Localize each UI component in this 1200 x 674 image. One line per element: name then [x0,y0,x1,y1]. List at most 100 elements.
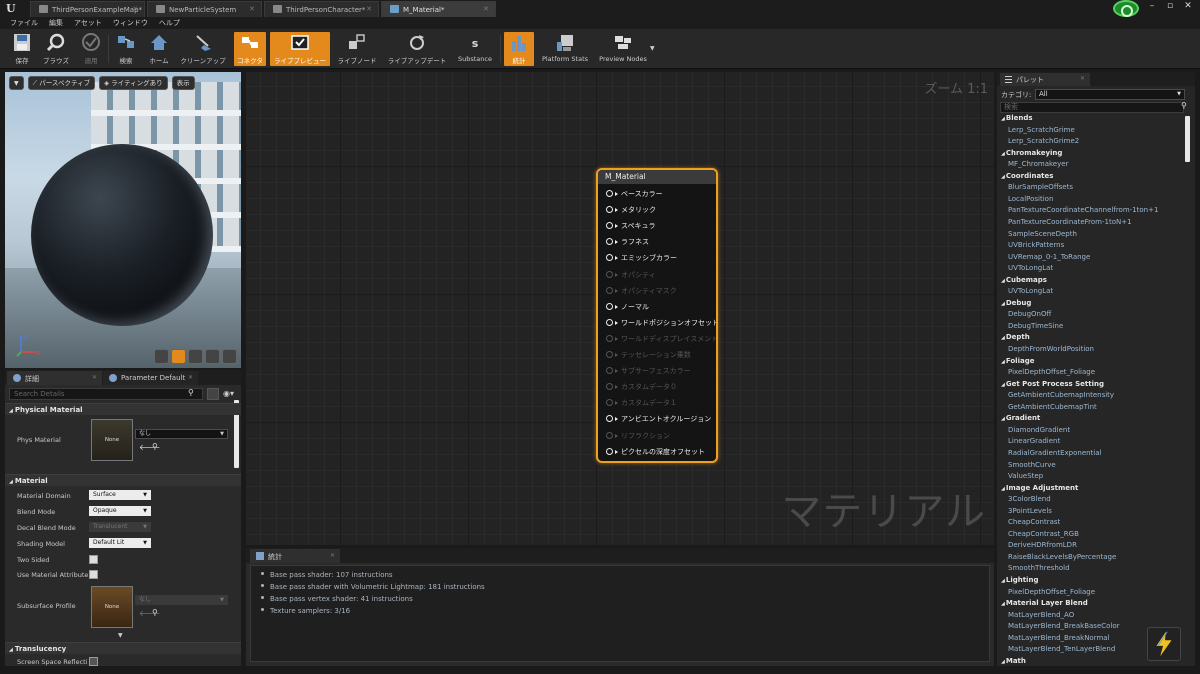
cleanup-button[interactable]: クリーンアップ [178,32,228,66]
palette-item[interactable]: 3PointLevels [1008,507,1052,518]
decal-blend-mode-combo[interactable]: Translucent ▼ [89,522,151,532]
palette-item[interactable]: DeriveHDRfromLDR [1008,541,1077,552]
shading-model-combo[interactable]: Default Lit ▼ [89,538,151,548]
category-combo[interactable]: All ▼ [1035,89,1185,100]
save-button[interactable]: 保存 [8,32,36,66]
pin-circle-icon[interactable] [606,318,613,326]
live-update-button[interactable]: ライブアップデート [384,32,450,66]
palette-item[interactable]: SampleSceneDepth [1008,230,1077,241]
material-domain-combo[interactable]: Surface ▼ [89,490,151,500]
maximize-button[interactable]: ▫ [1162,0,1178,12]
close-icon[interactable]: ✕ [92,374,97,381]
pin-circle-icon[interactable] [606,383,613,391]
palette-item[interactable]: DebugTimeSine [1008,322,1063,333]
node-input-pin[interactable]: ベースカラー [606,189,663,201]
pin-circle-icon[interactable] [606,222,613,230]
palette-item[interactable]: UVToLongLat [1008,264,1053,275]
palette-item[interactable]: LocalPosition [1008,195,1053,206]
phys-material-combo[interactable]: なし ▼ [135,429,228,439]
node-input-pin[interactable]: スペキュラ [606,221,656,233]
tab-m-material[interactable]: M_Material* ✕ [381,1,496,17]
palette-category[interactable]: ◢Lighting [1001,576,1038,587]
pin-circle-icon[interactable] [606,206,613,214]
palette-item[interactable]: MF_Chromakeyer [1008,160,1068,171]
close-icon[interactable]: ✕ [483,5,489,13]
palette-item[interactable]: MatLayerBlend_TenLayerBlend [1008,645,1115,656]
browse-asset-icon[interactable]: ⚲ [152,442,158,451]
lightning-icon[interactable] [1147,627,1181,661]
palette-category[interactable]: ◢Debug [1001,299,1031,310]
tab-details[interactable]: 詳細 ✕ [7,371,102,385]
browse-asset-icon[interactable]: ⚲ [152,608,158,617]
palette-item[interactable]: LinearGradient [1008,437,1060,448]
palette-category[interactable]: ◢Gradient [1001,414,1040,425]
source-control-icon[interactable] [1113,0,1139,17]
close-window-button[interactable]: ✕ [1180,0,1196,12]
use-material-attributes-checkbox[interactable] [89,570,98,579]
pin-circle-icon[interactable] [606,270,613,278]
palette-item[interactable]: BlurSampleOffsets [1008,183,1073,194]
node-input-pin[interactable]: カスタムデータ０ [606,382,677,394]
preview-nodes-button[interactable]: Preview Nodes [596,32,650,66]
node-input-pin[interactable]: ワールドディスプレイスメント [606,334,716,346]
tab-parameter-defaults[interactable]: Parameter Default ✕ [103,371,198,385]
two-sided-checkbox[interactable] [89,555,98,564]
pin-circle-icon[interactable] [606,415,613,423]
palette-item[interactable]: MatLayerBlend_AO [1008,611,1074,622]
plane-preview-icon[interactable] [188,349,203,364]
pin-circle-icon[interactable] [606,334,613,342]
node-input-pin[interactable]: ラフネス [606,237,649,249]
menu-help[interactable]: ヘルプ [159,17,180,29]
palette-item[interactable]: DepthFromWorldPosition [1008,345,1094,356]
palette-item[interactable]: CheapContrast_RGB [1008,530,1079,541]
stats-button[interactable]: 統計 [504,32,534,66]
node-input-pin[interactable]: エミッシブカラー [606,253,677,265]
viewport-options-button[interactable]: ▼ [9,76,24,90]
minimize-button[interactable]: – [1144,0,1160,12]
tab-palette[interactable]: パレット ✕ [1000,73,1090,86]
preview-sphere[interactable] [31,144,213,326]
home-button[interactable]: ホーム [144,32,174,66]
palette-category[interactable]: ◢Blends [1001,114,1033,125]
node-input-pin[interactable]: ピクセルの深度オフセット [606,447,705,459]
palette-item[interactable]: PixelDepthOffset_Foliage [1008,368,1095,379]
close-icon[interactable]: ✕ [132,5,138,13]
palette-item[interactable]: Lerp_ScratchGrime2 [1008,137,1079,148]
palette-item[interactable]: UVRemap_0-1_ToRange [1008,253,1090,264]
node-input-pin[interactable]: サブサーフェスカラー [606,366,691,378]
live-preview-button[interactable]: ライブプレビュー [270,32,330,66]
palette-category[interactable]: ◢Chromakeying [1001,149,1062,160]
palette-category[interactable]: ◢Coordinates [1001,172,1053,183]
palette-item[interactable]: UVBrickPatterns [1008,241,1064,252]
pin-circle-icon[interactable] [606,302,613,310]
tab-third-person-character[interactable]: ThirdPersonCharacter* ✕ [264,1,379,17]
menu-file[interactable]: ファイル [10,17,38,29]
close-icon[interactable]: ✕ [330,552,335,559]
pin-circle-icon[interactable] [606,447,613,455]
palette-item[interactable]: MatLayerBlend_BreakNormal [1008,634,1110,645]
node-input-pin[interactable]: ワールドポジションオフセット [606,318,716,330]
search-icon[interactable]: ⚲ [188,388,194,397]
live-nodes-button[interactable]: ライブノード [334,32,380,66]
connectors-button[interactable]: コネクタ [234,32,266,66]
close-icon[interactable]: ✕ [188,374,193,381]
node-input-pin[interactable]: ノーマル [606,302,649,314]
palette-category[interactable]: ◢Depth [1001,333,1030,344]
pin-circle-icon[interactable] [606,399,613,407]
pin-circle-icon[interactable] [606,254,613,262]
palette-item[interactable]: SmoothThreshold [1008,564,1070,575]
close-icon[interactable]: ✕ [1080,75,1085,82]
menu-window[interactable]: ウィンドウ [113,17,148,29]
palette-item[interactable]: RaiseBlackLevelsByPercentage [1008,553,1116,564]
palette-item[interactable]: RadialGradientExponential [1008,449,1102,460]
tab-new-particle-system[interactable]: NewParticleSystem ✕ [147,1,262,17]
apply-button[interactable]: 適用 [78,32,104,66]
palette-item[interactable]: GetAmbientCubemapIntensity [1008,391,1114,402]
palette-item[interactable]: ValueStep [1008,472,1043,483]
expand-advanced-icon[interactable]: ▼ [118,632,123,639]
chevron-down-icon[interactable]: ▼ [650,45,655,52]
phys-material-thumbnail[interactable]: None [91,419,133,461]
palette-scrollbar[interactable] [1185,116,1190,162]
palette-category[interactable]: ◢Get Post Process Setting [1001,380,1104,391]
close-icon[interactable]: ✕ [249,5,255,13]
